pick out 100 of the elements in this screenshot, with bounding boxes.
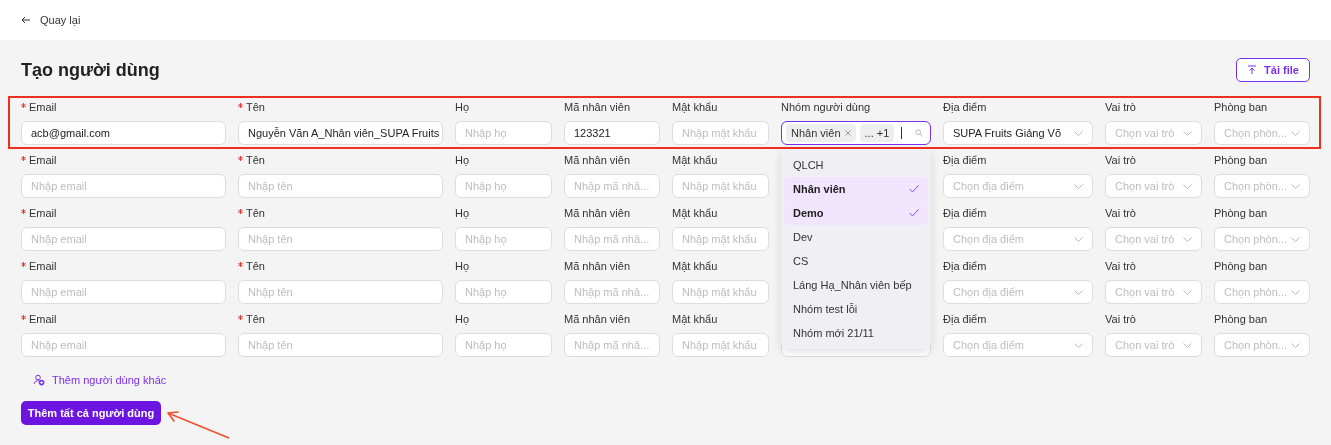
select-field[interactable]: Chọn địa điểm — [943, 280, 1093, 304]
field-label: Địa điểm — [943, 207, 987, 219]
field-label: Mã nhân viên — [564, 260, 631, 272]
field-label: Phòng ban — [1214, 260, 1268, 272]
chevron-down-icon — [1183, 130, 1192, 136]
input-field[interactable]: Nhập mật khẩu — [672, 121, 769, 145]
dropdown-option[interactable]: Nhân viên — [784, 177, 928, 201]
field-label: Vai trò — [1105, 154, 1136, 166]
input-field[interactable]: Nhập email — [21, 280, 226, 304]
field-label: Phòng ban — [1214, 313, 1268, 325]
remove-icon[interactable] — [844, 130, 851, 136]
field-label: Họ — [455, 154, 470, 166]
input-field[interactable]: Nhập họ — [455, 280, 552, 304]
add-user-link[interactable]: Thêm người dùng khác — [33, 372, 167, 388]
input-field[interactable]: Nhập họ — [455, 227, 552, 251]
page-title: Tạo người dùng — [21, 59, 160, 81]
input-field[interactable]: Nhập mật khẩu — [672, 227, 769, 251]
select-field[interactable]: Chọn vai trò — [1105, 280, 1202, 304]
field-label: Mật khẩu — [672, 207, 718, 219]
field-label: Mã nhân viên — [564, 207, 631, 219]
select-field[interactable]: Chọn vai trò — [1105, 174, 1202, 198]
select-field[interactable]: Chọn vai trò — [1105, 227, 1202, 251]
input-field[interactable]: 123321 — [564, 121, 660, 145]
field-label: Phòng ban — [1214, 207, 1268, 219]
chevron-down-icon — [1183, 289, 1192, 295]
input-field[interactable]: Nhập email — [21, 227, 226, 251]
input-field[interactable]: Nhập email — [21, 333, 226, 357]
input-field[interactable]: Nhập mật khẩu — [672, 280, 769, 304]
input-field[interactable]: Nguyễn Văn A_Nhân viên_SUPA Fruits — [238, 121, 443, 145]
input-field[interactable]: Nhập mã nhâ... — [564, 174, 660, 198]
field-label: Mã nhân viên — [564, 101, 631, 113]
field-label: Mật khẩu — [672, 154, 718, 166]
dropdown-option[interactable]: Láng Hạ_Nhân viên bếp — [784, 273, 928, 297]
field-label: Địa điểm — [943, 154, 987, 166]
chevron-down-icon — [1074, 342, 1083, 348]
select-field[interactable]: SUPA Fruits Giảng Võ — [943, 121, 1093, 145]
input-field[interactable]: Nhập email — [21, 174, 226, 198]
input-field[interactable]: Nhập mật khẩu — [672, 333, 769, 357]
input-field[interactable]: Nhập họ — [455, 333, 552, 357]
chevron-down-icon — [1291, 342, 1300, 348]
field-label: Phòng ban — [1214, 101, 1268, 113]
text-cursor — [901, 127, 903, 139]
check-icon — [909, 209, 919, 217]
field-label: Mật khẩu — [672, 260, 718, 272]
chevron-down-icon — [1183, 236, 1192, 242]
search-icon — [915, 129, 923, 137]
back-link[interactable]: Quay lại — [21, 14, 81, 26]
field-label: Họ — [455, 207, 470, 219]
field-label: Phòng ban — [1214, 154, 1268, 166]
select-field[interactable]: Chọn vai trò — [1105, 121, 1202, 145]
input-field[interactable]: Nhập tên — [238, 333, 443, 357]
field-label: Tên — [246, 313, 265, 325]
input-field[interactable]: Nhập tên — [238, 174, 443, 198]
chevron-down-icon — [1183, 342, 1192, 348]
dropdown-option[interactable]: Nhóm test lỗi — [784, 297, 928, 321]
input-field[interactable]: Nhập họ — [455, 174, 552, 198]
chevron-down-icon — [1074, 236, 1083, 242]
dropdown-option[interactable]: CS — [784, 249, 928, 273]
select-field[interactable]: Chọn vai trò — [1105, 333, 1202, 357]
dropdown-option[interactable]: QLCH — [784, 153, 928, 177]
select-field[interactable]: Chọn phòn... — [1214, 227, 1310, 251]
field-label: Họ — [455, 101, 470, 113]
select-field[interactable]: Chọn địa điểm — [943, 174, 1093, 198]
field-label: Email — [29, 260, 57, 272]
dropdown-option[interactable]: Dev — [784, 225, 928, 249]
field-label: Địa điểm — [943, 260, 987, 272]
dropdown-option[interactable]: Demo — [784, 201, 928, 225]
check-icon — [909, 185, 919, 193]
select-field[interactable]: Chọn địa điểm — [943, 333, 1093, 357]
group-select-field[interactable]: Nhân viên ... +1 — [781, 121, 931, 145]
field-label: Tên — [246, 207, 265, 219]
chevron-down-icon — [1183, 183, 1192, 189]
input-field[interactable]: Nhập mật khẩu — [672, 174, 769, 198]
tag: ... +1 — [859, 124, 895, 142]
field-label: Địa điểm — [943, 313, 987, 325]
dropdown-option[interactable]: Nhóm mới 21/11 — [784, 321, 928, 345]
field-label: Tên — [246, 154, 265, 166]
input-field[interactable]: Nhập họ — [455, 121, 552, 145]
submit-button[interactable]: Thêm tất cả người dùng — [21, 401, 161, 425]
field-label: Email — [29, 313, 57, 325]
select-field[interactable]: Chọn phòn... — [1214, 174, 1310, 198]
select-field[interactable]: Chọn phòn... — [1214, 333, 1310, 357]
input-field[interactable]: Nhập tên — [238, 227, 443, 251]
select-field[interactable]: Chọn phòn... — [1214, 280, 1310, 304]
field-label: Tên — [246, 101, 265, 113]
select-field[interactable]: Chọn phòn... — [1214, 121, 1310, 145]
field-label: Tên — [246, 260, 265, 272]
upload-button[interactable]: Tải file — [1236, 58, 1310, 82]
select-field[interactable]: Chọn địa điểm — [943, 227, 1093, 251]
field-label: Mã nhân viên — [564, 313, 631, 325]
field-label: Vai trò — [1105, 313, 1136, 325]
field-label: Vai trò — [1105, 207, 1136, 219]
input-field[interactable]: Nhập mã nhâ... — [564, 280, 660, 304]
field-label: Mật khẩu — [672, 101, 718, 113]
input-field[interactable]: acb@gmail.com — [21, 121, 226, 145]
input-field[interactable]: Nhập mã nhâ... — [564, 333, 660, 357]
upload-icon — [1247, 65, 1258, 75]
field-label: Email — [29, 207, 57, 219]
input-field[interactable]: Nhập mã nhâ... — [564, 227, 660, 251]
input-field[interactable]: Nhập tên — [238, 280, 443, 304]
